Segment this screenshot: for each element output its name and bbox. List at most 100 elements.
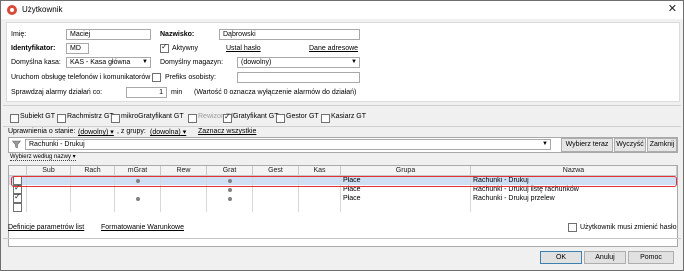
sort-by-name-dropdown[interactable]: Wybierz według nazwy ▾ (10, 153, 76, 161)
permission-cell[interactable] (115, 203, 161, 212)
default-warehouse-dropdown[interactable]: (dowolny) ▼ (237, 57, 360, 68)
permission-state-value: (dowolny) (78, 129, 109, 136)
last-name-field[interactable]: Dąbrowski (219, 29, 360, 40)
name-cell: Rachunki - Drukuj przelew (473, 195, 555, 202)
select-all-link[interactable]: Zaznacz wszystkie (198, 128, 256, 135)
user-details-section: Imię: Maciej Nazwisko: Dąbrowski Identyf… (6, 22, 680, 102)
permission-cell[interactable] (207, 194, 253, 203)
permission-state-dropdown[interactable]: (dowolny) ▾ (78, 128, 114, 136)
alarm-unit-label: min (171, 89, 183, 96)
default-warehouse-value: (dowolny) (241, 59, 272, 66)
row-checkbox[interactable] (13, 203, 22, 212)
divider (3, 126, 681, 127)
active-label: Aktywny (172, 45, 199, 52)
list-params-link[interactable]: Definicje parametrów list (8, 224, 84, 231)
help-button[interactable]: Pomoc (628, 251, 674, 264)
default-cash-label: Domyślna kasa: (11, 59, 61, 66)
granted-dot-icon (136, 197, 140, 201)
filter-input[interactable]: Rachunki - Drukuj ▼ (25, 139, 551, 150)
chevron-down-icon: ▼ (142, 59, 148, 65)
table-row[interactable]: PłaceRachunki - Drukuj przelew (9, 194, 677, 203)
role-checkbox[interactable] (321, 114, 330, 123)
column-header[interactable]: Rach (71, 166, 115, 175)
default-cash-value: KAS - Kasa główna (70, 59, 131, 66)
first-name-field[interactable]: Maciej (66, 29, 151, 40)
column-header[interactable]: Grupa (341, 166, 471, 175)
column-header[interactable]: Grat (207, 166, 253, 175)
permission-group-dropdown[interactable]: (dowolna) ▾ (150, 128, 186, 136)
role-checkbox[interactable] (188, 114, 197, 123)
address-data-link[interactable]: Dane adresowe (309, 45, 358, 52)
cancel-button[interactable]: Anuluj (584, 251, 626, 264)
search-filter-bar: Rachunki - Drukuj ▼ Wybierz teraz Wyczyś… (8, 137, 678, 153)
column-header[interactable]: Sub (27, 166, 71, 175)
permission-cell[interactable] (27, 203, 71, 212)
window-title: Użytkownik (22, 5, 63, 14)
active-checkbox[interactable] (160, 42, 169, 53)
personal-prefix-label: Prefiks osobisty: (165, 74, 216, 81)
alarm-interval-field[interactable]: 1 (126, 87, 167, 98)
column-header[interactable]: Nazwa (471, 166, 677, 175)
last-name-label: Nazwisko: (160, 31, 195, 38)
alarm-interval-label: Sprawdzaj alarmy działań co: (11, 89, 103, 96)
role-checkbox[interactable] (57, 114, 66, 123)
row-checkbox[interactable] (13, 194, 22, 203)
close-icon[interactable]: ✕ (668, 3, 677, 15)
app-icon (7, 5, 17, 15)
personal-prefix-field[interactable] (237, 72, 360, 83)
ok-button[interactable]: OK (540, 251, 582, 264)
alarm-note: (Wartość 0 oznacza wyłączenie alarmów do… (194, 89, 357, 96)
phone-handling-checkbox[interactable] (152, 73, 161, 82)
permission-cell[interactable] (27, 194, 71, 203)
group-cell (341, 203, 471, 212)
permission-cell[interactable] (71, 203, 115, 212)
role-label: mikroGratyfikant GT (121, 113, 184, 120)
permission-cell[interactable] (299, 203, 341, 212)
chevron-down-icon: ▼ (351, 59, 357, 65)
column-header[interactable]: Gest (253, 166, 299, 175)
must-change-password-label: Użytkownik musi zmienić hasło (580, 224, 677, 231)
role-label: Rachmistrz GT (67, 113, 114, 120)
role-checkbox[interactable] (111, 114, 120, 123)
permission-cell[interactable] (161, 194, 207, 203)
role-checkbox[interactable] (10, 114, 19, 123)
roles-row: Subiekt GT Rachmistrz GT mikroGratyfikant … (3, 111, 681, 125)
divider (3, 238, 681, 239)
default-cash-dropdown[interactable]: KAS - Kasa główna ▼ (66, 57, 151, 68)
default-warehouse-label: Domyślny magazyn: (160, 59, 224, 66)
granted-dot-icon (228, 197, 232, 201)
column-header[interactable]: Rew (161, 166, 207, 175)
permission-cell[interactable] (207, 203, 253, 212)
role-checkbox[interactable] (223, 112, 232, 123)
clear-button[interactable]: Wyczyść (614, 138, 646, 152)
must-change-password-checkbox[interactable] (568, 223, 577, 232)
identifier-label: Identyfikator: (11, 45, 56, 52)
permission-cell[interactable] (299, 194, 341, 203)
choose-now-button[interactable]: Wybierz teraz (561, 138, 613, 152)
column-header[interactable]: Kas (299, 166, 341, 175)
divider (3, 105, 681, 106)
permission-cell[interactable] (71, 194, 115, 203)
role-label: Gestor GT (286, 113, 319, 120)
table-row[interactable] (9, 203, 677, 212)
group-cell: Płace (341, 194, 471, 203)
set-password-link[interactable]: Ustal hasło (226, 45, 261, 52)
permission-cell[interactable] (161, 203, 207, 212)
identifier-field[interactable]: MD (66, 43, 89, 54)
grid-header: Sub Rach mGrat Rew Grat Gest Kas Grupa Nazwa (9, 166, 677, 176)
close-filter-button[interactable]: Zamknij (647, 138, 677, 152)
selected-row-highlight (11, 176, 677, 187)
title-bar: Użytkownik ✕ (1, 1, 683, 19)
permission-cell[interactable] (115, 194, 161, 203)
permission-cell[interactable] (253, 203, 299, 212)
permission-group-label: , z grupy: (117, 128, 146, 135)
conditional-formatting-link[interactable]: Formatowanie Warunkowe (101, 224, 184, 231)
role-checkbox[interactable] (276, 114, 285, 123)
permission-cell[interactable] (253, 194, 299, 203)
user-dialog-window: Użytkownik ✕ Imię: Maciej Nazwisko: Dąbr… (0, 0, 684, 271)
sort-by-name-label: Wybierz według nazwy (10, 154, 71, 160)
column-header[interactable]: mGrat (115, 166, 161, 175)
phone-handling-label: Uruchom obsługę telefonów i komunikatoró… (11, 74, 151, 81)
row-checkbox-cell (9, 203, 27, 212)
permission-group-value: (dowolna) (150, 129, 181, 136)
